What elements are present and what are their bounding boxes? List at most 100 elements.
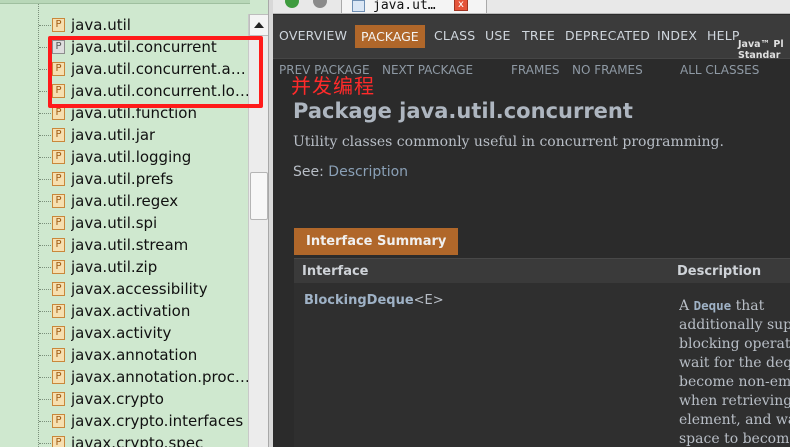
description-line: when retrieving [679, 393, 790, 409]
package-icon: P [52, 370, 65, 384]
see-line: See: Description [293, 164, 408, 180]
nav-help[interactable]: HELP [707, 28, 740, 43]
tree-item-label: javax.annotation.proc… [71, 368, 250, 386]
package-icon: P [52, 128, 65, 142]
description-prefix: A [679, 298, 694, 314]
nav-index[interactable]: INDEX [657, 28, 697, 43]
tree-item[interactable]: Pjava.util.jar [0, 124, 250, 146]
description-link[interactable]: Description [328, 164, 408, 180]
nav-class[interactable]: CLASS [434, 28, 475, 43]
tree-item[interactable]: Pjava.util.regex [0, 190, 250, 212]
tree-connector [39, 377, 51, 378]
description-line: space to become [679, 431, 790, 447]
top-navbar: OVERVIEW PACKAGE CLASS USE TREE DEPRECAT… [273, 15, 790, 61]
tree-connector [39, 223, 51, 224]
tree-item[interactable]: Pjava.util.stream [0, 234, 250, 256]
all-classes-link[interactable]: ALL CLASSES [680, 63, 759, 77]
tab-title: java.ut… [373, 0, 436, 13]
interface-name-cell: BlockingDeque<E> [304, 293, 444, 308]
tree-connector [39, 289, 51, 290]
highlight-box [48, 36, 263, 108]
package-icon: P [52, 436, 65, 447]
column-header-description: Description [677, 264, 762, 279]
nav-deprecated[interactable]: DEPRECATED [565, 28, 650, 43]
tree-item[interactable]: Pjavax.activation [0, 300, 250, 322]
tree-connector [39, 311, 51, 312]
package-icon: P [52, 216, 65, 230]
scrollbar-thumb[interactable] [250, 172, 268, 220]
interface-description-cell: A Deque that additionally sup blocking op… [679, 296, 790, 447]
table-row: BlockingDeque<E> A Deque that additional… [294, 283, 790, 447]
package-icon: P [52, 326, 65, 340]
deque-link[interactable]: Deque [694, 298, 732, 313]
tree-item-label: javax.activity [71, 324, 172, 342]
tree-item[interactable]: Pjavax.activity [0, 322, 250, 344]
tree-item[interactable]: Pjava.util.zip [0, 256, 250, 278]
tree-item-label: java.util.logging [71, 148, 192, 166]
description-line: element, and wa [679, 412, 790, 428]
tree-item-label: javax.annotation [71, 346, 198, 364]
see-label: See: [293, 164, 324, 180]
package-icon: P [52, 414, 65, 428]
tree-item[interactable]: Pjavax.accessibility [0, 278, 250, 300]
nav-use[interactable]: USE [485, 28, 511, 43]
editor-tab-strip: java.ut… x [273, 0, 790, 14]
tree-item-label: java.util.spi [71, 214, 158, 232]
tree-connector [39, 245, 51, 246]
close-icon[interactable]: x [454, 0, 468, 11]
description-line: blocking operati [679, 336, 790, 352]
tree-item-label: javax.crypto.interfaces [71, 412, 244, 430]
package-icon: P [52, 260, 65, 274]
tree-item[interactable]: Pjava.util.logging [0, 146, 250, 168]
tree-item[interactable]: Pjava.util [0, 14, 250, 36]
platform-brand: Java™ Pl Standar [738, 39, 784, 61]
tree-item-label: java.util.stream [71, 236, 189, 254]
type-parameter: <E> [413, 293, 444, 308]
tree-connector [39, 113, 51, 114]
tree-connector [39, 179, 51, 180]
tree-item[interactable]: Pjavax.crypto.interfaces [0, 410, 250, 432]
package-icon: P [52, 18, 65, 32]
tree-item-label: javax.accessibility [71, 280, 208, 298]
tree-item[interactable]: Pjava.util.prefs [0, 168, 250, 190]
tree-item[interactable]: Pjava.util.spi [0, 212, 250, 234]
tree-connector [39, 399, 51, 400]
tree-item[interactable]: Pjavax.annotation.proc… [0, 366, 250, 388]
tree-item[interactable]: Pjavax.annotation [0, 344, 250, 366]
tree-item[interactable]: Pjavax.crypto.spec [0, 432, 250, 447]
tab-javadoc[interactable]: java.ut… x [341, 0, 487, 13]
package-icon: P [52, 304, 65, 318]
description-suffix: that [731, 298, 765, 314]
tree-connector [39, 135, 51, 136]
tree-connector [39, 333, 51, 334]
grey-status-icon [313, 0, 327, 8]
package-description: Utility classes commonly useful in concu… [293, 134, 724, 150]
description-line: wait for the deq [679, 355, 790, 371]
nav-tree[interactable]: TREE [522, 28, 555, 43]
tree-item[interactable]: Pjavax.crypto [0, 388, 250, 410]
frames-link[interactable]: FRAMES [511, 63, 560, 77]
package-icon: P [52, 282, 65, 296]
blockingdeque-link[interactable]: BlockingDeque [304, 293, 414, 308]
tree-item-label: java.util [71, 16, 131, 34]
description-first-line: A Deque that [679, 296, 790, 316]
package-icon: P [52, 172, 65, 186]
interface-summary-caption: Interface Summary [294, 228, 459, 255]
tree-item-label: javax.crypto.spec [71, 434, 204, 447]
description-line: become non-em [679, 374, 790, 390]
package-icon: P [52, 150, 65, 164]
package-icon: P [52, 348, 65, 362]
nav-overview[interactable]: OVERVIEW [279, 28, 347, 43]
tree-connector [39, 201, 51, 202]
tree-connector [39, 421, 51, 422]
no-frames-link[interactable]: NO FRAMES [572, 63, 643, 77]
package-icon: P [52, 194, 65, 208]
tree-connector [39, 25, 51, 26]
tree-item-label: java.util.regex [71, 192, 179, 210]
annotation-note: 并发编程 [291, 74, 375, 98]
column-header-interface: Interface [302, 264, 369, 279]
next-package-link[interactable]: NEXT PACKAGE [382, 63, 473, 77]
tree-item-label: java.util.prefs [71, 170, 174, 188]
scroll-up-arrow-icon[interactable] [249, 14, 269, 36]
tree-connector [39, 157, 51, 158]
